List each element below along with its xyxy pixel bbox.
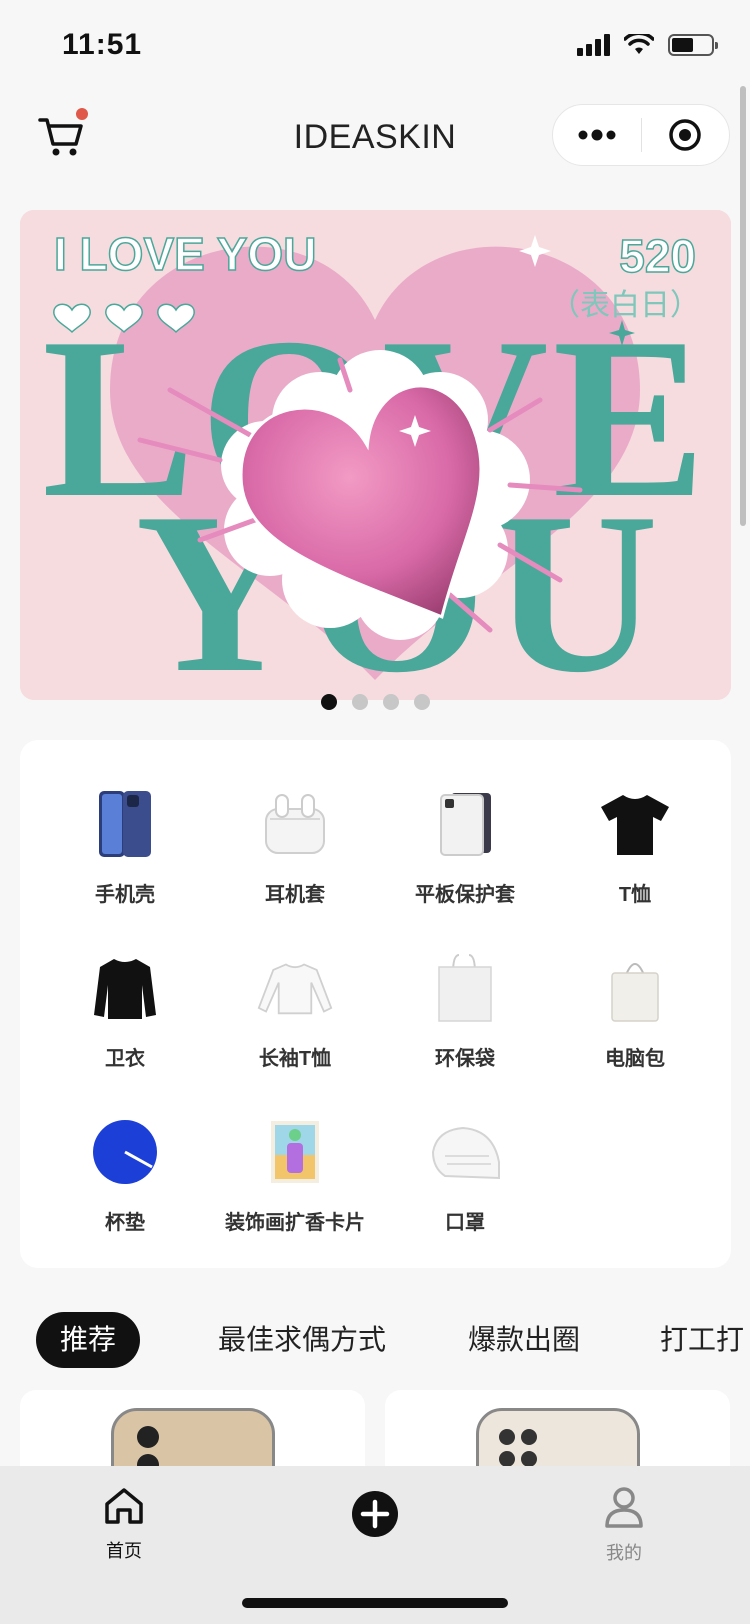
- category-item-coaster[interactable]: 杯垫: [40, 1114, 210, 1254]
- category-item-mask[interactable]: 口罩: [380, 1114, 550, 1254]
- phone-case-icon: [87, 786, 163, 862]
- tablet-case-icon: [427, 786, 503, 862]
- mask-icon: [427, 1114, 503, 1190]
- category-grid: 手机壳 耳机套 平板保护套 T恤 卫衣 长袖T恤 环保袋 电脑包 杯垫 装饰画扩…: [20, 740, 731, 1268]
- tote-bag-icon: [427, 950, 503, 1026]
- category-item-tote-bag[interactable]: 环保袋: [380, 950, 550, 1090]
- category-label: T恤: [618, 884, 652, 906]
- tshirt-icon: [597, 786, 673, 862]
- pagination-dot[interactable]: [320, 694, 337, 710]
- mini-program-capsule: [552, 104, 730, 166]
- banner-headline: I LOVE YOU: [54, 228, 316, 280]
- category-item-art-card[interactable]: 装饰画扩香卡片: [210, 1114, 380, 1254]
- category-item-sweatshirt[interactable]: 卫衣: [40, 950, 210, 1090]
- more-dots-icon: [578, 129, 616, 141]
- tabbar-home[interactable]: 首页: [64, 1486, 184, 1563]
- tab-best-proposal[interactable]: 最佳求偶方式: [218, 1312, 386, 1368]
- pagination-dot[interactable]: [413, 694, 430, 710]
- user-icon: [605, 1487, 643, 1528]
- tabbar-mine-label: 我的: [606, 1543, 642, 1563]
- long-sleeve-icon: [257, 950, 333, 1026]
- earbuds-case-icon: [257, 786, 333, 862]
- wifi-icon: [624, 34, 654, 54]
- tabbar-mine[interactable]: 我的: [564, 1486, 684, 1565]
- home-icon: [105, 1488, 143, 1524]
- promo-banner[interactable]: LOVE YOU I LOVE YOU: [20, 210, 731, 700]
- category-item-long-sleeve[interactable]: 长袖T恤: [210, 950, 380, 1090]
- category-label: 长袖T恤: [258, 1048, 332, 1070]
- category-item-laptop-bag[interactable]: 电脑包: [550, 950, 720, 1090]
- category-label: 口罩: [445, 1212, 485, 1234]
- category-item-tablet-case[interactable]: 平板保护套: [380, 786, 550, 926]
- cellular-signal-icon: [577, 34, 610, 56]
- status-time: 11:51: [62, 28, 143, 61]
- laptop-bag-icon: [597, 950, 673, 1026]
- nav-header: IDEASKIN: [0, 96, 750, 176]
- banner-pagination: [0, 694, 750, 710]
- category-item-phone-case[interactable]: 手机壳: [40, 786, 210, 926]
- more-button[interactable]: [553, 105, 641, 165]
- topic-tabs: 推荐 最佳求偶方式 爆款出圈 打工打: [0, 1312, 750, 1368]
- category-label: 平板保护套: [415, 884, 515, 906]
- status-bar: 11:51: [0, 0, 750, 90]
- banner-subtitle: （表白日）: [550, 288, 700, 323]
- category-label: 手机壳: [95, 884, 155, 906]
- record-target-icon: [669, 119, 701, 151]
- category-label: 卫衣: [105, 1048, 145, 1070]
- art-card-icon: [257, 1114, 333, 1190]
- tabbar-home-label: 首页: [106, 1541, 142, 1561]
- tab-trending[interactable]: 爆款出圈: [468, 1312, 580, 1368]
- category-label: 耳机套: [265, 884, 325, 906]
- category-item-tshirt[interactable]: T恤: [550, 786, 720, 926]
- pagination-dot[interactable]: [351, 694, 368, 710]
- banner-date: 520: [619, 230, 696, 282]
- close-miniprogram-button[interactable]: [642, 105, 730, 165]
- sweatshirt-icon: [87, 950, 163, 1026]
- battery-icon: [668, 34, 718, 56]
- category-label: 杯垫: [105, 1212, 145, 1234]
- tabbar-create[interactable]: [315, 1490, 435, 1543]
- home-indicator[interactable]: [242, 1598, 508, 1608]
- plus-circle-icon: [352, 1491, 398, 1537]
- tab-worker[interactable]: 打工打: [660, 1312, 744, 1368]
- status-icons: [577, 34, 718, 56]
- banner-artwork: LOVE YOU I LOVE YOU: [20, 210, 731, 700]
- category-label: 环保袋: [435, 1048, 495, 1070]
- category-label: 装饰画扩香卡片: [225, 1212, 365, 1234]
- pagination-dot[interactable]: [382, 694, 399, 710]
- coaster-icon: [87, 1114, 163, 1190]
- tab-recommended[interactable]: 推荐: [36, 1312, 141, 1368]
- category-item-earbuds-case[interactable]: 耳机套: [210, 786, 380, 926]
- category-label: 电脑包: [605, 1048, 665, 1070]
